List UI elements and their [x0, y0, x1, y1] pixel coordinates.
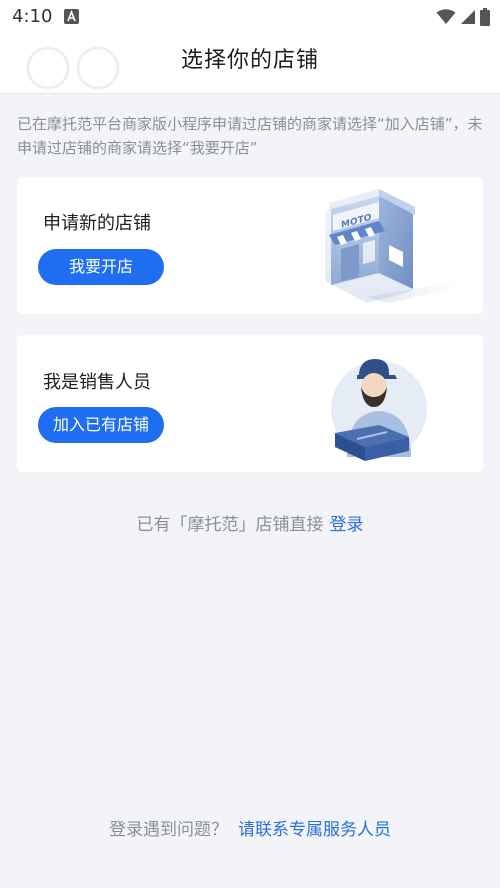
login-link[interactable]: 登录	[330, 515, 364, 535]
header: 选择你的店铺	[0, 34, 500, 94]
store-icon: MOTO	[325, 189, 457, 303]
salesperson-title: 我是销售人员	[43, 372, 151, 393]
page-title: 选择你的店铺	[180, 48, 319, 73]
status-icons	[436, 8, 490, 26]
wifi-icon	[436, 9, 456, 24]
salesperson-card: 我是销售人员 加入已有店铺	[17, 335, 483, 472]
help-prefix: 登录遇到问题？	[109, 820, 228, 840]
join-store-button[interactable]: 加入已有店铺	[38, 407, 164, 443]
signal-icon	[461, 10, 475, 24]
login-prefix: 已有「摩托范」店铺直接	[136, 515, 324, 535]
battery-icon	[480, 8, 490, 26]
help-line: 登录遇到问题？ 请联系专属服务人员	[0, 815, 500, 840]
new-store-card: 申请新的店铺 我要开店 MOTO	[17, 177, 483, 314]
intro-text: 已在摩托范平台商家版小程序申请过店铺的商家请选择“加入店铺”，未申请过店铺的商家…	[17, 115, 483, 157]
notification-a-icon	[64, 9, 79, 24]
open-store-button[interactable]: 我要开店	[38, 249, 164, 285]
salesperson-icon	[331, 359, 427, 461]
new-store-title: 申请新的店铺	[43, 213, 151, 234]
status-time: 4:10	[12, 6, 53, 27]
contact-service-link[interactable]: 请联系专属服务人员	[238, 820, 391, 840]
login-line: 已有「摩托范」店铺直接 登录	[0, 510, 500, 535]
status-bar: 4:10	[0, 0, 500, 34]
